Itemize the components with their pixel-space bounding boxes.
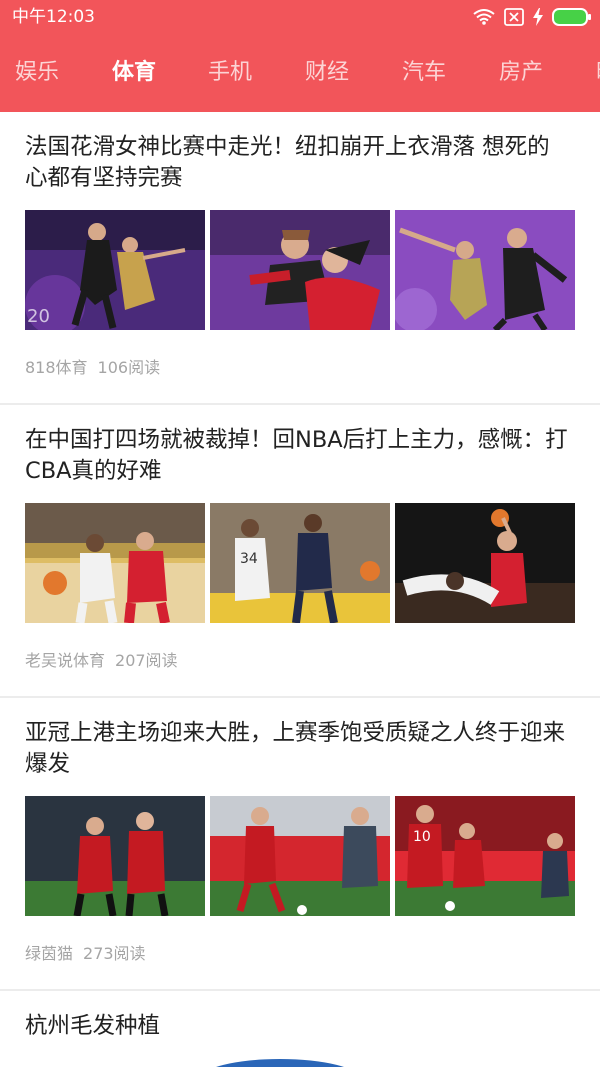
basketball-photo[interactable] (25, 503, 205, 623)
article-title[interactable]: 在中国打四场就被裁掉！回NBA后打上主力，感慨：打CBA真的好难 (25, 425, 570, 487)
article-card[interactable]: 在中国打四场就被裁掉！回NBA后打上主力，感慨：打CBA真的好难 34 老吴说体… (0, 405, 600, 698)
tab-real-estate[interactable]: 房产 (499, 58, 543, 88)
article-meta: 老吴说体育 207阅读 (25, 651, 178, 671)
article-card[interactable]: 杭州毛发种植 (0, 991, 600, 1067)
status-time: 中午12:03 (12, 7, 95, 27)
tab-sports[interactable]: 体育 (112, 58, 156, 88)
article-thumbnail-partial[interactable] (200, 1059, 360, 1067)
figure-skating-photo[interactable] (395, 210, 575, 330)
basketball-photo[interactable] (395, 503, 575, 623)
article-meta: 绿茵猫 273阅读 (25, 944, 146, 964)
status-icons (473, 6, 592, 28)
status-bar: 中午12:03 (0, 0, 600, 34)
tab-mobile[interactable]: 手机 (208, 58, 252, 88)
article-title[interactable]: 法国花滑女神比赛中走光！纽扣崩开上衣滑落 想死的心都有坚持完赛 (25, 132, 570, 194)
football-photo[interactable] (25, 796, 205, 916)
article-card[interactable]: 法国花滑女神比赛中走光！纽扣崩开上衣滑落 想死的心都有坚持完赛 20 818体育… (0, 112, 600, 405)
article-thumbnails: 10 (25, 796, 575, 916)
figure-skating-photo[interactable] (210, 210, 390, 330)
svg-text:10: 10 (413, 829, 431, 845)
article-source: 818体育 (25, 358, 88, 377)
sim-no-signal-icon (504, 8, 524, 26)
wifi-icon (473, 9, 495, 25)
article-read-count: 207阅读 (115, 651, 178, 670)
football-photo[interactable]: 10 (395, 796, 575, 916)
tab-finance[interactable]: 财经 (305, 58, 349, 88)
category-tab-bar: 娱乐 体育 手机 财经 汽车 房产 时 (0, 34, 600, 112)
tab-entertainment[interactable]: 娱乐 (15, 58, 59, 88)
article-title[interactable]: 亚冠上港主场迎来大胜，上赛季饱受质疑之人终于迎来爆发 (25, 718, 570, 780)
battery-icon (552, 8, 592, 26)
basketball-photo[interactable]: 34 (210, 503, 390, 623)
article-source: 老吴说体育 (25, 651, 106, 670)
article-meta: 818体育 106阅读 (25, 358, 160, 378)
article-read-count: 106阅读 (97, 358, 161, 377)
article-thumbnails: 34 (25, 503, 575, 623)
charging-bolt-icon (533, 8, 543, 26)
figure-skating-photo[interactable]: 20 (25, 210, 205, 330)
article-title[interactable]: 杭州毛发种植 (25, 1011, 570, 1042)
news-feed[interactable]: 法国花滑女神比赛中走光！纽扣崩开上衣滑落 想死的心都有坚持完赛 20 818体育… (0, 112, 600, 1067)
article-thumbnails: 20 (25, 210, 575, 330)
article-source: 绿茵猫 (25, 944, 74, 963)
tab-fashion[interactable]: 时 (596, 58, 600, 88)
svg-text:20: 20 (27, 306, 50, 327)
article-card[interactable]: 亚冠上港主场迎来大胜，上赛季饱受质疑之人终于迎来爆发 10 绿茵猫 273阅读 (0, 698, 600, 991)
svg-text:34: 34 (240, 551, 258, 567)
football-photo[interactable] (210, 796, 390, 916)
article-read-count: 273阅读 (83, 944, 146, 963)
tab-auto[interactable]: 汽车 (402, 58, 446, 88)
